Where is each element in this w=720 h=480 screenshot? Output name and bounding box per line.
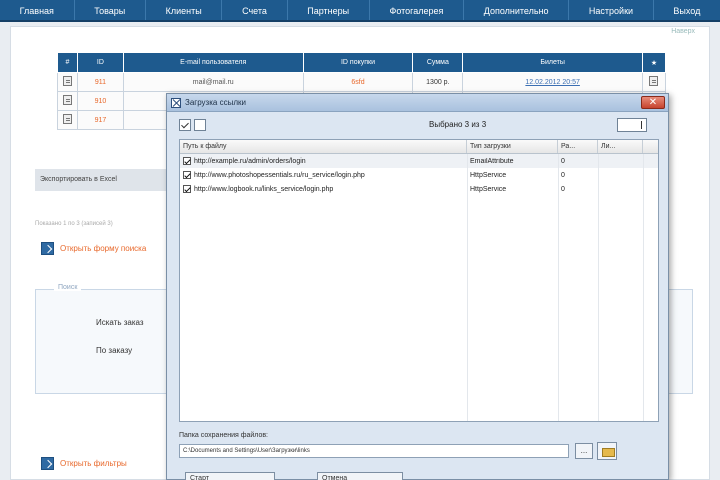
column-divider [467, 154, 468, 421]
save-folder-label: Папка сохранения файлов: [179, 432, 269, 439]
download-dialog: Загрузка ссылки ✕ Выбрано 3 из 3 Путь к … [166, 93, 669, 480]
col-header-sum[interactable]: Сумма [412, 52, 464, 73]
search-legend: Поиск [54, 284, 82, 291]
download-app-icon [171, 97, 181, 108]
col-header-id[interactable]: ID [76, 52, 124, 73]
list-item-url: http://www.photoshopessentials.ru/ru_ser… [194, 171, 365, 179]
search-by-order-label: По заказу [96, 346, 133, 355]
dialog-titlebar[interactable]: Загрузка ссылки ✕ [167, 94, 668, 112]
document-icon[interactable] [62, 76, 72, 86]
open-search-form-label: Открыть форму поиска [60, 244, 147, 253]
column-divider [643, 154, 644, 421]
filter-dropdown[interactable] [617, 118, 647, 132]
list-item[interactable]: http://www.photoshopessentials.ru/ru_ser… [180, 168, 658, 182]
list-item-size: 0 [561, 185, 565, 193]
list-item-url: http://www.logbook.ru/links_service/logi… [194, 185, 334, 193]
document-icon[interactable] [62, 114, 72, 124]
dialog-toolbar: Выбрано 3 из 3 [179, 118, 659, 134]
list-col-path[interactable]: Путь к файлу [180, 140, 467, 153]
row-id[interactable]: 917 [76, 110, 124, 130]
open-search-form-link[interactable]: Открыть форму поиска [41, 242, 146, 255]
nav-item-settings[interactable]: Настройки [569, 0, 654, 20]
open-filters-label: Открыть фильтры [60, 459, 127, 468]
column-divider [558, 154, 559, 421]
save-folder-input[interactable]: C:\Documents and Settings\User\Загрузки\… [179, 444, 569, 458]
records-shown-text: Показано 1 по 3 (записей 3) [35, 221, 113, 227]
open-folder-icon[interactable] [597, 442, 617, 460]
links-list: Путь к файлу Тип загрузки Ра... Ли... ht… [179, 139, 659, 422]
list-item-url: http://example.ru/admin/orders/login [194, 157, 306, 165]
row-purchase-id: 6sfd [302, 72, 414, 92]
expand-icon [41, 242, 54, 255]
search-order-label: Искать заказ [96, 318, 144, 327]
list-col-size[interactable]: Ра... [558, 140, 598, 153]
nav-item-logout[interactable]: Выход [654, 0, 720, 20]
browse-dots-button[interactable]: ... [575, 443, 593, 459]
list-col-extra[interactable]: Ли... [598, 140, 643, 153]
deselect-all-checkbox[interactable] [194, 119, 206, 131]
nav-item-products[interactable]: Товары [75, 0, 146, 20]
nav-item-gallery[interactable]: Фотогалерея [370, 0, 465, 20]
row-sum: 1300 р. [412, 72, 464, 92]
document-icon[interactable] [649, 76, 659, 86]
row-checkbox[interactable] [183, 171, 191, 179]
start-button[interactable]: Старт [185, 472, 275, 480]
col-header-number[interactable]: # [57, 52, 78, 73]
document-icon[interactable] [62, 95, 72, 105]
row-checkbox[interactable] [183, 185, 191, 193]
selected-count: Выбрано 3 из 3 [429, 120, 487, 129]
nav-item-clients[interactable]: Клиенты [146, 0, 223, 20]
list-item-size: 0 [561, 157, 565, 165]
top-navigation: Главная Товары Клиенты Счета Партнеры Фо… [0, 0, 720, 22]
row-id[interactable]: 911 [76, 72, 124, 92]
row-tickets[interactable]: 12.02.2012 20:57 [462, 72, 643, 92]
export-excel-button[interactable]: Экспортировать в Excel [35, 169, 185, 191]
col-header-email[interactable]: E-mail пользователя [122, 52, 304, 73]
list-item-type: HttpService [470, 185, 507, 193]
col-header-purchase-id[interactable]: ID покупки [302, 52, 414, 73]
row-email: mail@mail.ru [122, 72, 304, 92]
table-row[interactable]: 911 mail@mail.ru 6sfd 1300 р. 12.02.2012… [57, 72, 667, 92]
list-header: Путь к файлу Тип загрузки Ра... Ли... [180, 140, 658, 154]
column-divider [598, 154, 599, 421]
col-header-tickets[interactable]: Билеты [462, 52, 643, 73]
list-item[interactable]: http://www.logbook.ru/links_service/logi… [180, 182, 658, 196]
top-link[interactable]: Наверх [671, 28, 695, 35]
nav-item-home[interactable]: Главная [0, 0, 75, 20]
list-item-type: EmailAttribute [470, 157, 514, 165]
cancel-button[interactable]: Отмена [317, 472, 403, 480]
dialog-title: Загрузка ссылки [185, 98, 246, 107]
expand-icon [41, 457, 54, 470]
list-item-type: HttpService [470, 171, 507, 179]
list-col-type[interactable]: Тип загрузки [467, 140, 558, 153]
nav-item-extra[interactable]: Дополнительно [464, 0, 570, 20]
row-id[interactable]: 910 [76, 91, 124, 111]
table-header-row: # ID E-mail пользователя ID покупки Сумм… [57, 52, 667, 73]
select-all-checkbox[interactable] [179, 119, 191, 131]
list-item-size: 0 [561, 171, 565, 179]
list-item[interactable]: http://example.ru/admin/orders/login Ema… [180, 154, 658, 168]
row-checkbox[interactable] [183, 157, 191, 165]
nav-item-invoices[interactable]: Счета [222, 0, 288, 20]
open-filters-link[interactable]: Открыть фильтры [41, 457, 127, 470]
col-header-star[interactable]: ★ [641, 52, 667, 73]
close-button[interactable]: ✕ [641, 96, 665, 109]
nav-item-partners[interactable]: Партнеры [288, 0, 370, 20]
